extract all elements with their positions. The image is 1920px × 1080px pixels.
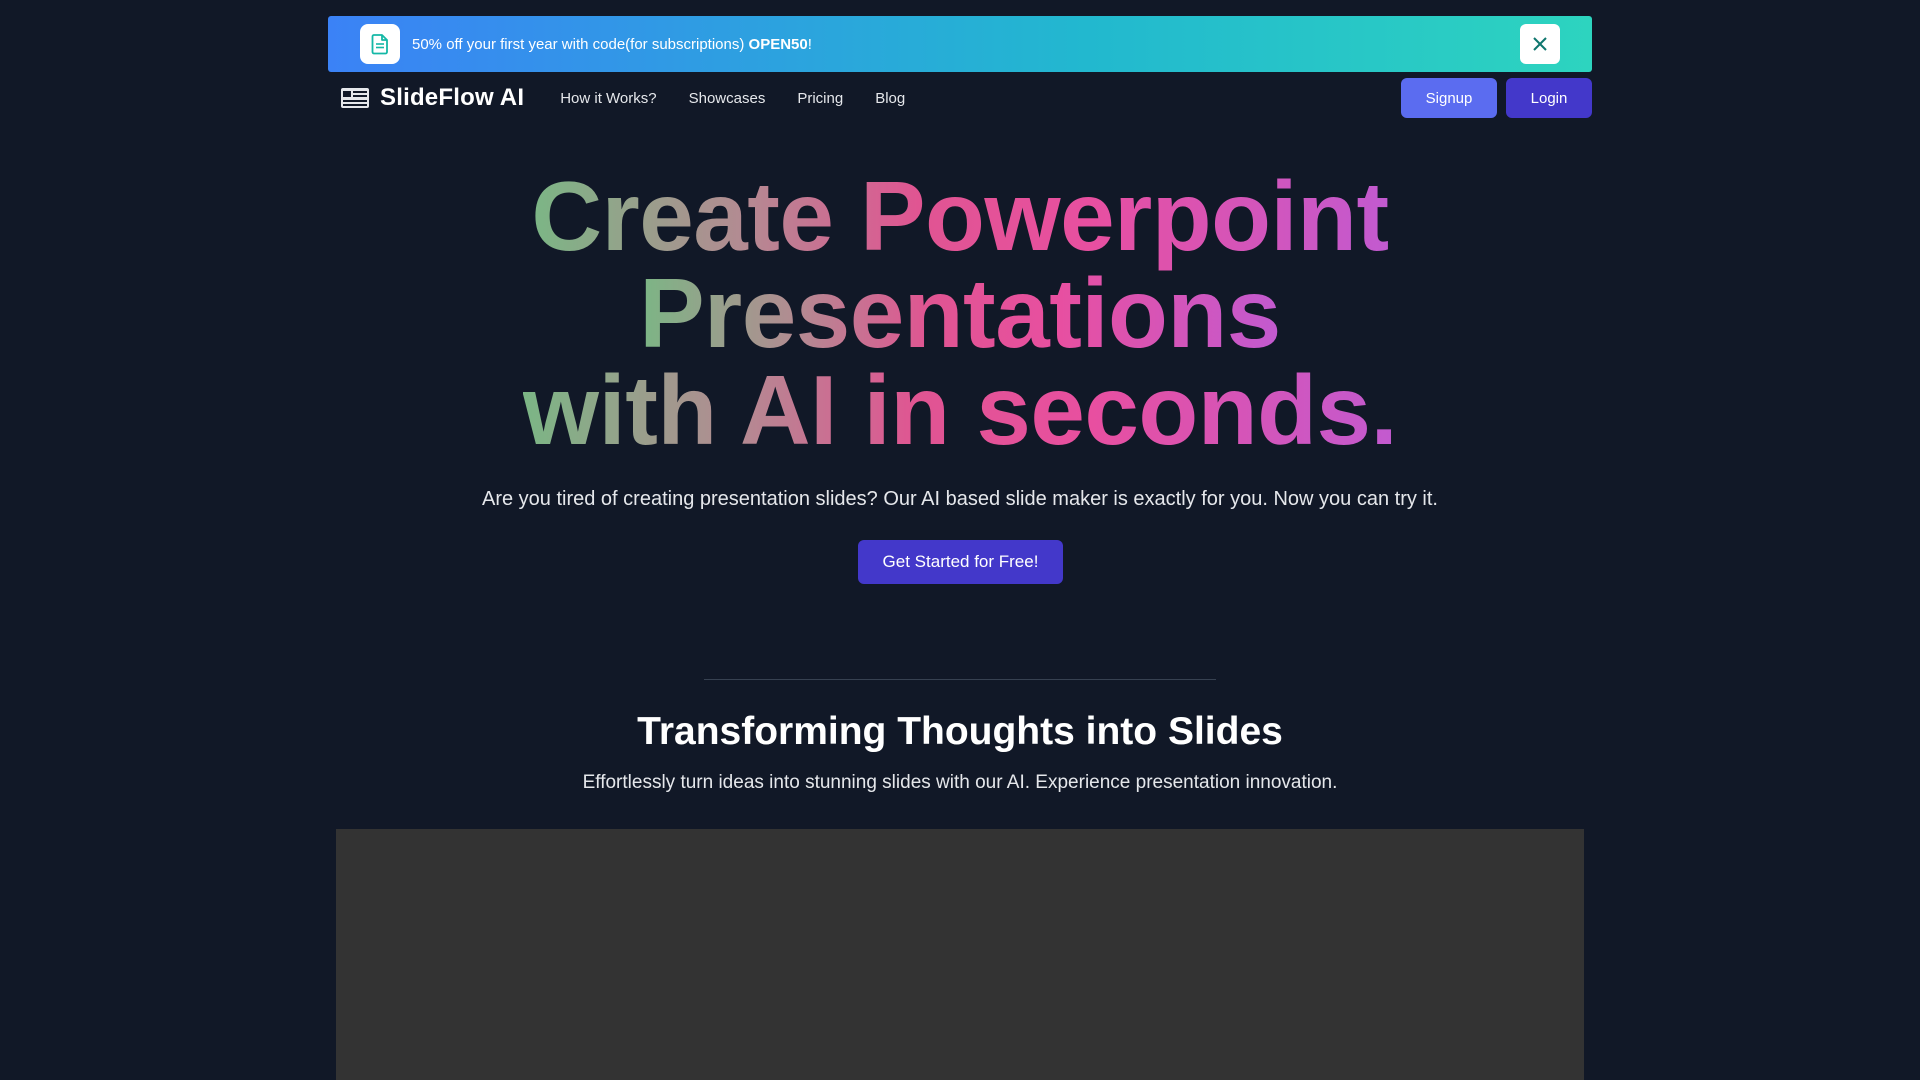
- section-subtitle: Effortlessly turn ideas into stunning sl…: [582, 772, 1338, 793]
- section-divider: [704, 679, 1216, 680]
- hero-title-line-3-text: with AI in seconds.: [522, 355, 1398, 465]
- hero-title: Create Powerpoint Presentations with AI …: [0, 167, 1920, 459]
- logo-icon: [341, 88, 369, 108]
- hero-title-line-3: with AI in seconds.: [0, 361, 1920, 459]
- section-title: Transforming Thoughts into Slides: [637, 710, 1283, 753]
- promo-message: 50% off your first year with code(for su…: [412, 35, 749, 53]
- promo-suffix: !: [807, 35, 812, 53]
- get-started-button[interactable]: Get Started for Free!: [858, 540, 1063, 584]
- brand[interactable]: SlideFlow AI: [340, 84, 524, 112]
- nav-link-blog[interactable]: Blog: [875, 90, 905, 107]
- close-icon: [1533, 37, 1547, 51]
- document-icon: [360, 24, 400, 64]
- nav-link-how-it-works[interactable]: How it Works?: [560, 90, 656, 107]
- top-nav: SlideFlow AI How it Works? Showcases Pri…: [328, 78, 1592, 118]
- promo-text: 50% off your first year with code(for su…: [412, 36, 812, 53]
- nav-actions: Signup Login: [1401, 78, 1592, 118]
- nav-links: How it Works? Showcases Pricing Blog: [560, 90, 905, 107]
- brand-name: SlideFlow AI: [380, 84, 525, 111]
- promo-banner: 50% off your first year with code(for su…: [328, 16, 1592, 72]
- hero-title-line-2: Presentations: [0, 264, 1920, 362]
- promo-code: OPEN50: [748, 35, 808, 53]
- close-banner-button[interactable]: [1520, 24, 1560, 64]
- landing-page: 50% off your first year with code(for su…: [0, 0, 1920, 1080]
- demo-video-placeholder[interactable]: [336, 829, 1584, 1080]
- hero-title-line-2-text: Presentations: [639, 258, 1281, 368]
- signup-button[interactable]: Signup: [1401, 78, 1497, 118]
- hero-subtitle: Are you tired of creating presentation s…: [481, 488, 1438, 510]
- hero-title-line-1: Create Powerpoint: [0, 167, 1920, 265]
- hero-title-line-1-text: Create Powerpoint: [531, 161, 1389, 271]
- nav-link-showcases[interactable]: Showcases: [689, 90, 766, 107]
- nav-link-pricing[interactable]: Pricing: [797, 90, 843, 107]
- login-button[interactable]: Login: [1506, 78, 1592, 118]
